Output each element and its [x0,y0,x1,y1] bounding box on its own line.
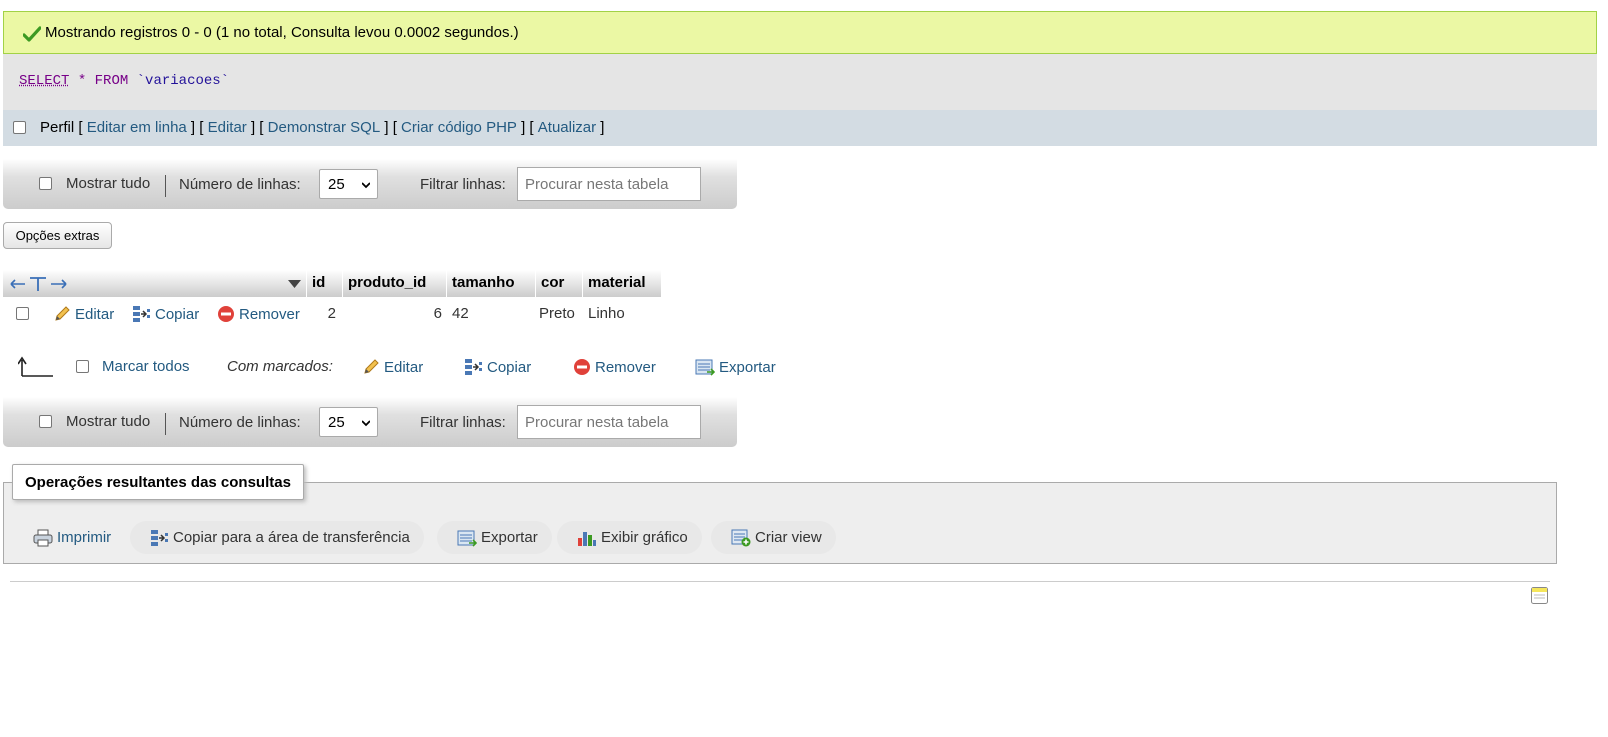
profile-checkbox[interactable] [13,121,26,134]
pencil-icon [55,306,70,321]
bulk-edit-label: Editar [384,358,424,376]
filter-label: Filtrar linhas: [420,414,506,431]
filter-input[interactable] [523,175,697,194]
divider [10,581,1550,582]
refresh-link[interactable]: Atualizar [538,119,596,136]
checkmark-icon [23,26,41,42]
bulk-copy-button[interactable]: Copiar [464,358,531,376]
bar-chart-icon [578,531,596,546]
copy-rows-icon [465,359,482,375]
table-controls-header [3,270,307,297]
divider [165,175,166,197]
bulk-export-label: Exportar [719,358,776,376]
bulk-edit-button[interactable]: Editar [362,358,423,376]
success-message: Mostrando registros 0 - 0 (1 no total, C… [3,11,1597,54]
sql-query: SELECT * FROM `variacoes` [19,73,229,89]
chevron-down-icon [362,420,370,427]
sql-query-box: SELECT * FROM `variacoes` [3,54,1597,110]
profile-label: Perfil [40,119,75,136]
sql-keyword-from: FROM [94,73,129,89]
rows-select-value: 25 [328,414,345,431]
chevron-down-icon [362,182,370,189]
explain-sql-link[interactable]: Demonstrar SQL [268,119,381,136]
column-header-id[interactable]: id [307,270,343,297]
cell-material[interactable]: Linho [583,297,662,329]
sql-table-name: `variacoes` [136,73,230,89]
show-all-checkbox[interactable] [39,177,52,190]
column-header-material[interactable]: material [583,270,662,297]
copy-to-clipboard-label: Copiar para a área de transferência [173,529,410,546]
show-all-label: Mostrar tudo [66,413,151,430]
with-selected-label: Com marcados: [227,358,333,375]
display-chart-button[interactable]: Exibir gráfico [557,521,702,554]
filter-input[interactable] [523,413,697,432]
query-operations-legend: Operações resultantes das consultas [12,464,304,500]
create-view-button[interactable]: Criar view [711,521,836,554]
check-all-label[interactable]: Marcar todos [102,358,190,375]
filter-field[interactable] [517,167,701,201]
column-arrows-icon[interactable] [9,276,69,292]
bulk-copy-label: Copiar [487,358,532,376]
row-delete-label: Remover [239,305,300,323]
console-icon[interactable] [1531,587,1548,604]
print-button[interactable]: Imprimir [13,521,125,554]
pencil-icon [364,359,379,374]
cell-id[interactable]: 2 [307,297,343,329]
edit-link[interactable]: Editar [208,119,247,136]
rows-label: Número de linhas: [179,176,301,193]
printer-icon [33,529,53,546]
rows-select[interactable]: 25 [319,407,378,437]
export-button[interactable]: Exportar [437,521,552,554]
row-edit-link[interactable]: Editar [53,305,114,323]
create-view-icon [731,529,751,546]
bulk-delete-label: Remover [595,358,656,376]
delete-icon [574,359,590,375]
filter-field[interactable] [517,405,701,439]
navigation-bar-top: Mostrar tudo Número de linhas: 25 Filtra… [3,159,737,209]
create-php-code-link[interactable]: Criar código PHP [401,119,517,136]
export-icon [457,530,477,547]
create-view-label: Criar view [755,529,822,546]
column-header-tamanho[interactable]: tamanho [447,270,536,297]
bulk-delete-button[interactable]: Remover [573,358,656,376]
export-icon [695,359,715,376]
cell-cor[interactable]: Preto [534,297,583,329]
copy-rows-icon [133,306,150,322]
sql-keyword-select[interactable]: SELECT [19,73,69,89]
row-edit-label: Editar [75,305,115,323]
extra-options-button[interactable]: Opções extras [3,222,112,249]
sql-star: * [77,73,87,89]
show-all-label: Mostrar tudo [66,175,151,192]
with-selected-bar: Marcar todos Com marcados: Editar Copiar… [18,354,798,380]
column-header-cor[interactable]: cor [536,270,583,297]
bulk-export-button[interactable]: Exportar [695,358,776,376]
arrow-ltr-icon [18,356,53,377]
cell-tamanho[interactable]: 42 [447,297,536,329]
row-delete-link[interactable]: Remover [217,305,300,323]
filter-label: Filtrar linhas: [420,176,506,193]
export-label: Exportar [481,529,538,546]
delete-icon [218,306,234,322]
navigation-bar-bottom: Mostrar tudo Número de linhas: 25 Filtra… [3,397,737,447]
check-all-checkbox[interactable] [76,360,89,373]
column-header-produto-id[interactable]: produto_id [343,270,447,297]
rows-select-value: 25 [328,176,345,193]
rows-label: Número de linhas: [179,414,301,431]
display-chart-label: Exibir gráfico [601,529,688,546]
row-copy-link[interactable]: Copiar [132,305,199,323]
divider [165,413,166,435]
show-all-checkbox[interactable] [39,415,52,428]
inline-edit-link[interactable]: Editar em linha [87,119,187,136]
rows-select[interactable]: 25 [319,169,378,199]
success-text: Mostrando registros 0 - 0 (1 no total, C… [45,24,519,41]
query-links-bar: Perfil [ Editar em linha ] [ Editar ] [ … [3,110,1597,146]
row-copy-label: Copiar [155,305,200,323]
print-label: Imprimir [57,529,112,546]
row-checkbox[interactable] [16,307,29,320]
copy-rows-icon [151,529,168,546]
cell-produto-id[interactable]: 6 [343,297,447,329]
sort-dropdown-icon[interactable] [288,280,301,288]
copy-to-clipboard-button[interactable]: Copiar para a área de transferência [130,521,424,554]
